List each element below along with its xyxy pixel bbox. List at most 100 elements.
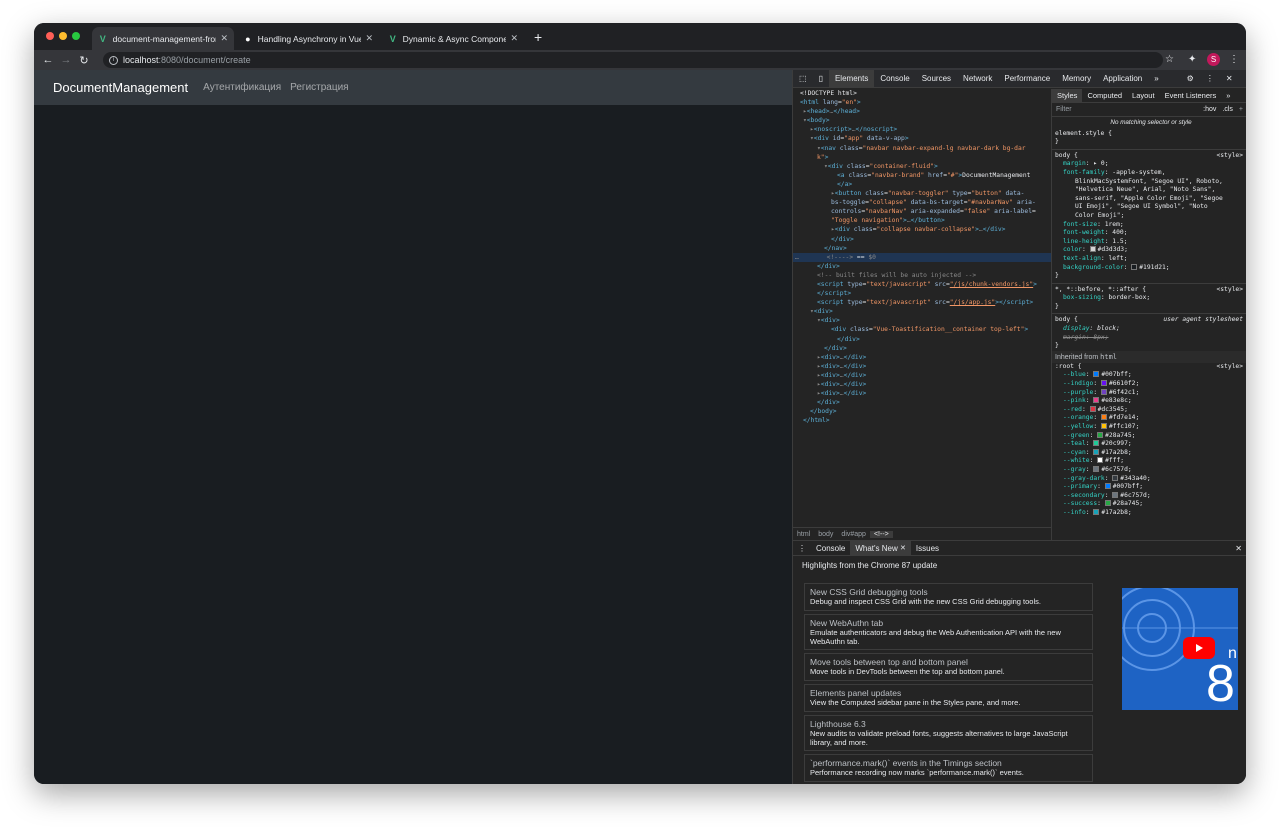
reload-icon[interactable]: ↻ xyxy=(75,54,93,67)
browser-tab[interactable]: V Dynamic & Async Components ✕ xyxy=(382,27,524,50)
css-variable[interactable]: --green: #28a745; xyxy=(1052,431,1246,441)
inspect-element-icon[interactable]: ⬚ xyxy=(793,70,813,88)
css-variable[interactable]: --info: #17a2b8; xyxy=(1052,508,1246,518)
drawer-tab-whats-new[interactable]: What's New ✕ xyxy=(850,540,911,556)
drawer-tab-console[interactable]: Console xyxy=(811,541,850,556)
css-variable[interactable]: --yellow: #ffc107; xyxy=(1052,423,1246,432)
close-drawer-icon[interactable]: ✕ xyxy=(1230,541,1246,556)
dom-line[interactable]: ▸<div>…</div> xyxy=(793,389,1051,398)
tab-styles[interactable]: Styles xyxy=(1052,89,1083,103)
tab-console[interactable]: Console xyxy=(874,70,915,88)
dom-line[interactable]: ▸<div>…</div> xyxy=(793,362,1051,371)
device-toolbar-icon[interactable]: ▯ xyxy=(813,70,829,88)
dom-line[interactable]: ▸<noscript>…</noscript> xyxy=(793,125,1051,134)
css-variable[interactable]: --purple: #6f42c1; xyxy=(1052,388,1246,398)
cls-toggle[interactable]: .cls xyxy=(1222,106,1233,113)
style-declaration[interactable]: font-size: 1rem; xyxy=(1052,221,1246,230)
style-declaration[interactable]: line-height: 1.5; xyxy=(1052,238,1246,247)
tab-network[interactable]: Network xyxy=(957,70,998,88)
tab-computed[interactable]: Computed xyxy=(1082,89,1127,103)
address-bar[interactable]: i localhost:8080/document/create xyxy=(103,52,1163,68)
css-variable[interactable]: --gray-dark: #343a40; xyxy=(1052,474,1246,484)
add-rule-icon[interactable]: + xyxy=(1239,106,1243,113)
filter-input[interactable]: Filter xyxy=(1056,106,1203,113)
dom-line[interactable]: ▾<div> xyxy=(793,307,1051,316)
style-declaration[interactable]: text-align: left; xyxy=(1052,255,1246,264)
css-variable[interactable]: --gray: #6c757d; xyxy=(1052,465,1246,475)
bookmark-star-icon[interactable]: ☆ xyxy=(1165,54,1174,65)
dom-line[interactable]: ▾<div> xyxy=(793,316,1051,325)
dom-line[interactable]: <!DOCTYPE html> xyxy=(793,89,1051,98)
dom-line[interactable]: ▾<nav class="navbar navbar-expand-lg nav… xyxy=(793,144,1051,153)
style-declaration[interactable]: font-family: -apple-system, xyxy=(1052,169,1246,178)
browser-tab[interactable]: ● Handling Asynchrony in Vue 3 ✕ xyxy=(237,27,379,50)
whats-new-card[interactable]: Move tools between top and bottom panel … xyxy=(804,653,1093,681)
more-tabs-icon[interactable]: » xyxy=(1148,70,1164,88)
maximize-window-button[interactable] xyxy=(72,32,80,40)
css-variable[interactable]: --blue: #007bff; xyxy=(1052,371,1246,380)
whats-new-card[interactable]: `performance.mark()` events in the Timin… xyxy=(804,754,1093,782)
css-variable[interactable]: --cyan: #17a2b8; xyxy=(1052,448,1246,458)
dom-line[interactable]: <script type="text/javascript" src="/js/… xyxy=(793,280,1051,289)
styles-filter[interactable]: Filter :hov .cls + xyxy=(1052,103,1246,117)
close-tab-icon[interactable]: ✕ xyxy=(220,33,228,44)
whats-new-card[interactable]: Lighthouse 6.3 New audits to validate pr… xyxy=(804,715,1093,751)
browser-tab[interactable]: V document-management-fronte ✕ xyxy=(92,27,234,50)
drawer-tab-issues[interactable]: Issues xyxy=(911,541,944,556)
close-tab-icon[interactable]: ✕ xyxy=(365,33,373,44)
inherited-source[interactable]: html xyxy=(1100,353,1117,361)
hov-toggle[interactable]: :hov xyxy=(1203,106,1216,113)
dom-line[interactable]: ▸<button class="navbar-toggler" type="bu… xyxy=(793,189,1051,198)
tab-elements[interactable]: Elements xyxy=(828,69,875,88)
back-icon[interactable]: ← xyxy=(39,54,57,66)
tab-layout[interactable]: Layout xyxy=(1127,89,1160,103)
dom-line[interactable]: ▾<div class="container-fluid"> xyxy=(793,162,1051,171)
css-variable[interactable]: --red: #dc3545; xyxy=(1052,405,1246,415)
drawer-menu-icon[interactable]: ⋮ xyxy=(793,541,811,556)
dom-line[interactable]: ▸<div>…</div> xyxy=(793,380,1051,389)
style-declaration[interactable]: font-weight: 400; xyxy=(1052,229,1246,238)
dom-line[interactable]: ▸<div class="collapse navbar-collapse">…… xyxy=(793,225,1051,234)
css-variable[interactable]: --white: #fff; xyxy=(1052,457,1246,466)
close-tab-icon[interactable]: ✕ xyxy=(510,33,518,44)
dom-line[interactable]: ▾<body> xyxy=(793,116,1051,125)
nav-link-login[interactable]: Аутентификация xyxy=(203,82,281,93)
breadcrumb-item[interactable]: html xyxy=(793,531,814,538)
breadcrumb-item-current[interactable]: <!--> xyxy=(869,530,893,538)
css-variable[interactable]: --teal: #20c997; xyxy=(1052,440,1246,449)
close-tab-icon[interactable]: ✕ xyxy=(900,544,906,552)
breadcrumb-item[interactable]: div#app xyxy=(837,531,870,538)
extensions-icon[interactable]: ✦ xyxy=(1188,54,1196,65)
css-variable[interactable]: --pink: #e83e8c; xyxy=(1052,397,1246,406)
whats-new-video-thumbnail[interactable]: 8 n xyxy=(1122,588,1238,710)
dom-line-selected[interactable]: … <!----> == $0 xyxy=(793,252,1051,262)
dom-line[interactable]: <a class="navbar-brand" href="#">Documen… xyxy=(793,171,1051,180)
navbar-brand[interactable]: DocumentManagement xyxy=(53,80,188,95)
menu-kebab-icon[interactable]: ⋮ xyxy=(1229,54,1239,65)
tab-memory[interactable]: Memory xyxy=(1056,70,1097,88)
dom-line[interactable]: <div class="Vue-Toastification__containe… xyxy=(793,325,1051,334)
css-variable[interactable]: --primary: #007bff; xyxy=(1052,483,1246,492)
dom-line[interactable]: <script type="text/javascript" src="/js/… xyxy=(793,298,1051,307)
devtools-menu-icon[interactable]: ⋮ xyxy=(1200,70,1220,88)
dom-line[interactable]: <html lang="en"> xyxy=(793,98,1051,107)
css-variable[interactable]: --indigo: #6610f2; xyxy=(1052,380,1246,389)
whats-new-card[interactable]: Elements panel updates View the Computed… xyxy=(804,684,1093,712)
youtube-play-icon[interactable] xyxy=(1183,637,1215,659)
settings-gear-icon[interactable]: ⚙ xyxy=(1181,70,1200,88)
style-declaration[interactable]: margin: ▸ 0; xyxy=(1052,160,1246,169)
style-declaration[interactable]: background-color: #191d21; xyxy=(1052,263,1246,273)
close-devtools-icon[interactable]: ✕ xyxy=(1220,70,1239,88)
more-tabs-icon[interactable]: » xyxy=(1221,89,1235,103)
css-variable[interactable]: --success: #28a745; xyxy=(1052,500,1246,509)
css-variable[interactable]: --secondary: #6c757d; xyxy=(1052,491,1246,501)
dom-line[interactable]: ▸<div>…</div> xyxy=(793,371,1051,380)
tab-performance[interactable]: Performance xyxy=(998,70,1056,88)
tab-application[interactable]: Application xyxy=(1097,70,1148,88)
tab-event-listeners[interactable]: Event Listeners xyxy=(1160,89,1222,103)
close-window-button[interactable] xyxy=(46,32,54,40)
style-declaration[interactable]: color: #d3d3d3; xyxy=(1052,246,1246,255)
whats-new-card[interactable]: New WebAuthn tab Emulate authenticators … xyxy=(804,614,1093,650)
site-info-icon[interactable]: i xyxy=(109,55,118,65)
dom-line[interactable]: ▸<head>…</head> xyxy=(793,107,1051,116)
